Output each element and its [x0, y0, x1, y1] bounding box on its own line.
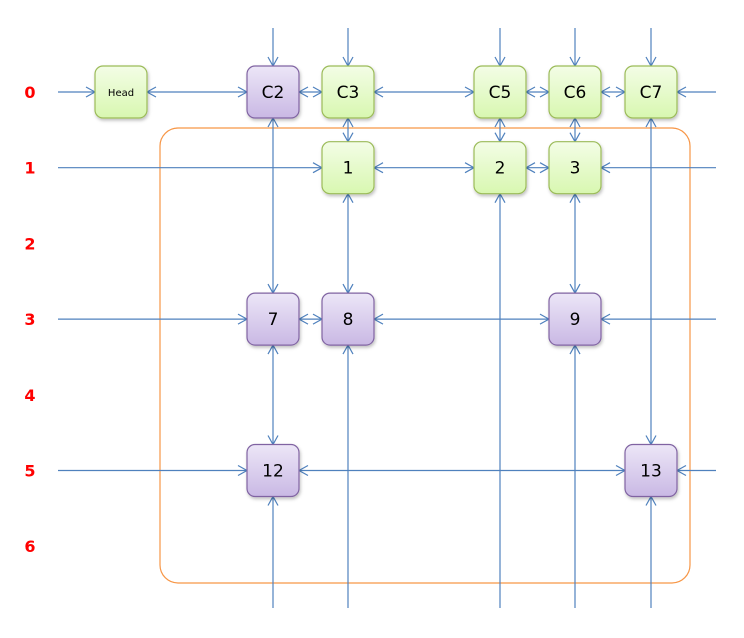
node-n3: 3	[548, 141, 602, 195]
node-label: 12	[262, 462, 284, 482]
group-outline	[159, 127, 691, 584]
node-label: 2	[495, 159, 506, 179]
node-c3: C3	[321, 65, 375, 119]
node-label: C3	[337, 83, 360, 103]
row-label: 1	[24, 159, 35, 178]
row-label: 4	[24, 386, 35, 405]
node-c5: C5	[473, 65, 527, 119]
row-label: 6	[24, 537, 35, 556]
row-label: 5	[24, 462, 35, 481]
node-label: C5	[489, 83, 512, 103]
node-c7: C7	[624, 65, 678, 119]
node-n9: 9	[548, 292, 602, 346]
node-n13: 13	[624, 443, 678, 498]
row-label: 0	[24, 83, 35, 102]
node-label: 13	[640, 462, 662, 482]
node-head: Head	[94, 65, 148, 119]
node-c2: C2	[246, 65, 300, 119]
node-n7: 7	[246, 292, 300, 346]
node-c6: C6	[548, 65, 602, 119]
node-label: C2	[262, 83, 285, 103]
node-n8: 8	[321, 292, 375, 346]
row-label: 3	[24, 310, 35, 329]
node-n2: 2	[473, 141, 527, 195]
node-n12: 12	[246, 443, 300, 498]
node-label: Head	[108, 88, 134, 99]
node-label: C7	[640, 83, 663, 103]
dancing-links-diagram: 0123456 Head C2 C3 C5 C6 C71 2 37 8 912 13	[24, 28, 716, 608]
row-label: 2	[24, 234, 35, 253]
node-label: C6	[564, 83, 587, 103]
node-label: 9	[570, 310, 581, 330]
node-label: 1	[343, 159, 354, 179]
node-label: 7	[268, 310, 279, 330]
node-label: 8	[343, 310, 354, 330]
node-label: 3	[570, 159, 581, 179]
node-n1: 1	[321, 141, 375, 195]
